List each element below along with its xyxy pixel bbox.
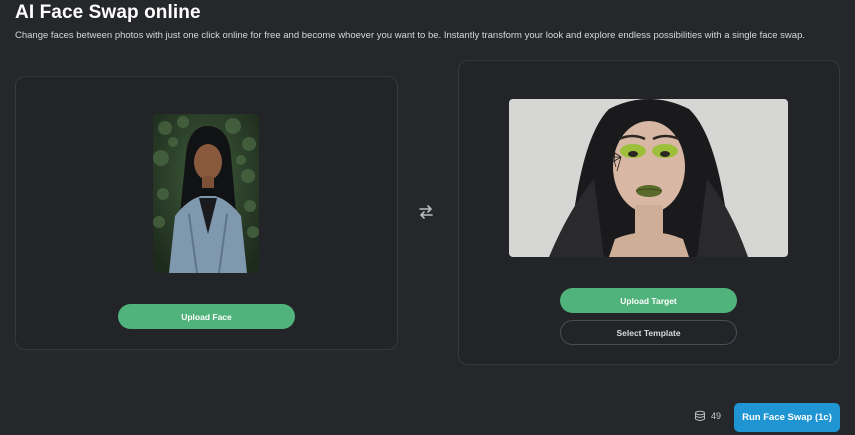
swap-arrows-icon[interactable]	[416, 202, 436, 222]
face-photo-image	[153, 114, 259, 273]
target-photo-image	[509, 99, 788, 257]
upload-target-button[interactable]: Upload Target	[560, 288, 737, 313]
credits-indicator: 49	[694, 405, 728, 427]
select-template-button[interactable]: Select Template	[560, 320, 737, 345]
page-subtitle: Change faces between photos with just on…	[15, 30, 805, 41]
target-panel: Upload Target Select Template	[458, 60, 840, 365]
coin-stack-icon	[695, 410, 705, 421]
upload-face-button[interactable]: Upload Face	[118, 304, 295, 329]
face-photo	[153, 114, 259, 273]
face-panel: Upload Face	[15, 76, 398, 350]
run-face-swap-button[interactable]: Run Face Swap (1c)	[734, 403, 840, 432]
face-swap-page: AI Face Swap online Change faces between…	[0, 0, 855, 435]
credits-count: 49	[711, 411, 722, 421]
target-photo	[509, 99, 788, 257]
page-title: AI Face Swap online	[15, 2, 201, 23]
